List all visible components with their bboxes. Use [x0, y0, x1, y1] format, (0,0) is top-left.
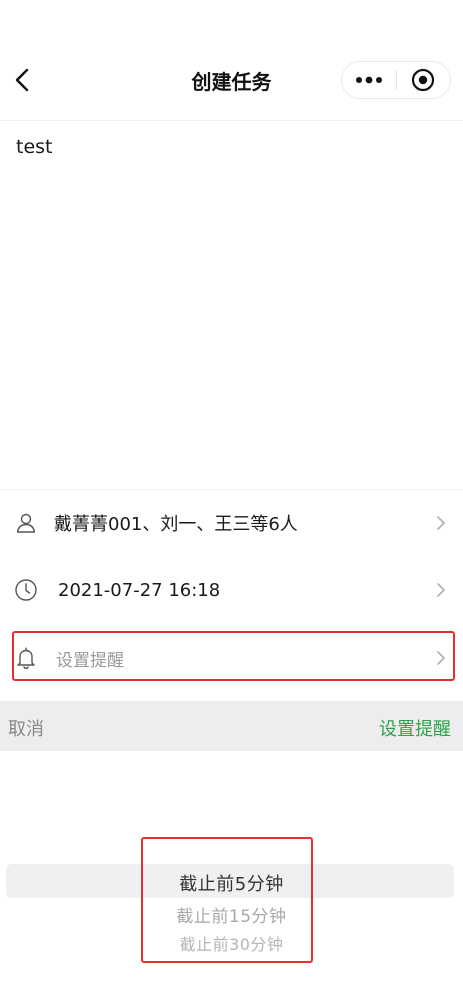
section-divider	[0, 489, 463, 490]
more-button[interactable]	[342, 62, 396, 98]
picker-toolbar: 取消 设置提醒	[0, 701, 463, 751]
deadline-row[interactable]: 2021-07-27 16:18	[0, 560, 463, 620]
cancel-button[interactable]: 取消	[8, 715, 44, 741]
close-miniprogram-button[interactable]	[397, 62, 451, 98]
user-icon	[14, 511, 38, 535]
confirm-reminder-button[interactable]: 设置提醒	[379, 715, 451, 741]
task-content-input[interactable]: test	[14, 134, 444, 474]
navbar-divider	[0, 120, 463, 121]
clock-icon	[14, 578, 38, 602]
target-circle-icon	[412, 68, 435, 92]
navigation-bar: 创建任务	[0, 40, 463, 120]
members-text: 戴菁菁001、刘一、王三等6人	[54, 514, 298, 535]
deadline-text: 2021-07-27 16:18	[58, 579, 221, 601]
reminder-highlight-box	[12, 631, 455, 681]
chevron-right-icon	[435, 580, 447, 600]
more-dots-icon	[355, 76, 382, 84]
chevron-right-icon	[435, 513, 447, 533]
miniprogram-capsule	[341, 61, 451, 99]
picker-highlight-box	[141, 837, 313, 963]
members-row[interactable]: 戴菁菁001、刘一、王三等6人	[0, 493, 463, 553]
